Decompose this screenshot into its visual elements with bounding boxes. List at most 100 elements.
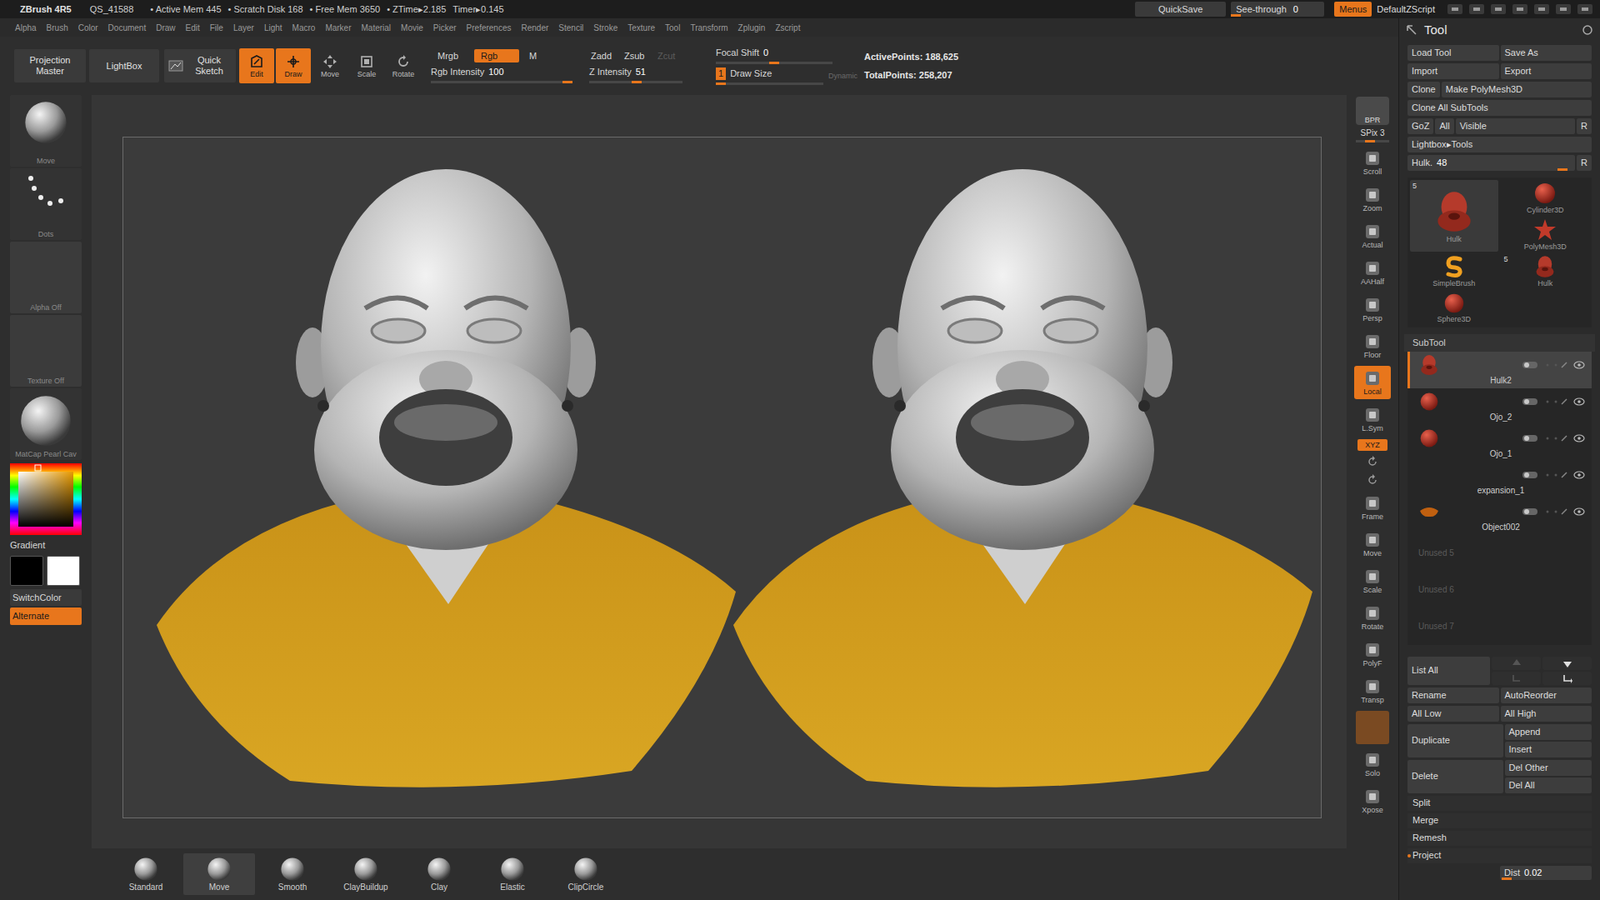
menu-item[interactable]: Tool: [660, 21, 685, 35]
color-swatch[interactable]: [10, 555, 44, 586]
slider[interactable]: Focal Shift0: [715, 46, 833, 65]
slider-track[interactable]: [1355, 140, 1390, 143]
xpose-button[interactable]: Xpose: [1354, 784, 1391, 818]
scale-mode-button[interactable]: Scale: [349, 48, 385, 84]
menu-item[interactable]: Stencil: [553, 21, 589, 35]
menu-item[interactable]: Draw: [150, 21, 180, 35]
empty-thumbnail[interactable]: Alpha Off: [10, 241, 82, 314]
brush-thumbnail[interactable]: Move: [10, 95, 82, 167]
rotate-mode-button[interactable]: Rotate: [385, 48, 421, 84]
menu-item[interactable]: Brush: [41, 21, 74, 35]
stroke-thumbnail[interactable]: Dots: [10, 168, 82, 240]
menu-item[interactable]: Light: [259, 21, 288, 35]
bpr-render-button[interactable]: BPR: [1355, 96, 1390, 125]
quicksave-button[interactable]: QuickSave: [1135, 1, 1226, 17]
tool-thumbnail[interactable]: Hulk5: [1501, 253, 1590, 289]
move-mode-button[interactable]: Move: [312, 48, 348, 84]
slider-track[interactable]: [715, 61, 833, 65]
project-section[interactable]: Project: [1407, 848, 1592, 864]
zsub-toggle[interactable]: Zsub: [622, 49, 650, 63]
slider-track[interactable]: [589, 80, 683, 84]
subtool-item[interactable]: expansion_1: [1407, 461, 1592, 499]
menu-item[interactable]: Layer: [228, 21, 260, 35]
spix-slider[interactable]: SPix 3: [1354, 128, 1391, 143]
tool-thumbnail[interactable]: Sphere3D: [1410, 290, 1499, 325]
tool-thumbnail[interactable]: SimpleBrush: [1410, 253, 1499, 289]
see-through-slider[interactable]: See-through0: [1230, 1, 1325, 17]
material-thumbnail[interactable]: MatCap Pearl Cav: [10, 388, 82, 460]
slider[interactable]: Z Intensity51: [589, 65, 683, 84]
menus-button[interactable]: Menus: [1334, 1, 1372, 17]
duplicate-button[interactable]: Duplicate: [1407, 724, 1504, 758]
quick-sketch-button[interactable]: Quick Sketch: [164, 49, 236, 83]
goz-button[interactable]: GoZ: [1407, 118, 1434, 135]
list-all-button[interactable]: List All: [1407, 656, 1490, 685]
reset-button[interactable]: R: [1576, 155, 1592, 171]
all-high-button[interactable]: All High: [1500, 705, 1593, 722]
subtool-item[interactable]: Hulk2: [1407, 351, 1592, 389]
visible-button[interactable]: Visible: [1455, 118, 1575, 135]
save-as-button[interactable]: Save As: [1500, 45, 1593, 61]
make-polymesh3d-button[interactable]: Make PolyMesh3D: [1441, 81, 1592, 98]
menu-item[interactable]: Material: [356, 21, 397, 35]
tool-slider[interactable]: Hulk.48: [1407, 155, 1575, 171]
slider-track[interactable]: [430, 80, 573, 84]
empty-thumbnail[interactable]: Texture Off: [10, 315, 82, 387]
menu-item[interactable]: Movie: [395, 21, 429, 35]
menu-item[interactable]: Color: [73, 21, 104, 35]
menu-item[interactable]: Macro: [287, 21, 321, 35]
merge-section[interactable]: Merge: [1407, 813, 1592, 829]
polyf-button[interactable]: PolyF: [1354, 637, 1391, 671]
actual-button[interactable]: Actual: [1354, 219, 1391, 253]
brush-button[interactable]: Standard: [110, 853, 182, 895]
rgb-toggle[interactable]: Rgb: [474, 49, 520, 63]
viewport-canvas[interactable]: [122, 136, 1322, 819]
brush-button[interactable]: Smooth: [256, 853, 329, 895]
delete-button[interactable]: Delete: [1407, 760, 1504, 794]
persp-button[interactable]: Persp: [1354, 292, 1391, 326]
menu-item[interactable]: Zscript: [770, 21, 805, 35]
edit-mode-button[interactable]: Edit: [239, 48, 275, 84]
l-sym-button[interactable]: L.Sym: [1354, 402, 1391, 436]
r-button[interactable]: R: [1576, 118, 1592, 135]
mrgb-toggle[interactable]: Mrgb: [430, 49, 471, 63]
rotate-button[interactable]: Rotate: [1354, 600, 1391, 635]
transp-button[interactable]: Transp: [1354, 674, 1391, 708]
subtool-title[interactable]: SubTool: [1404, 334, 1595, 352]
menu-item[interactable]: Stroke: [588, 21, 623, 35]
zoom-button[interactable]: Zoom: [1354, 182, 1391, 216]
draw-mode-button[interactable]: Draw: [275, 48, 311, 84]
autoreorder-button[interactable]: AutoReorder: [1500, 687, 1593, 704]
brush-button[interactable]: Move: [183, 853, 255, 895]
del-other-button[interactable]: Del Other: [1505, 760, 1593, 776]
menu-item[interactable]: Zplugin: [733, 21, 771, 35]
brush-button[interactable]: ClipCircle: [550, 853, 622, 895]
dynamic-toggle[interactable]: Dynamic: [828, 70, 858, 83]
menu-item[interactable]: Edit: [180, 21, 205, 35]
clone-all-subtools-button[interactable]: Clone All SubTools: [1407, 100, 1592, 116]
lightbox-button[interactable]: LightBox: [89, 49, 160, 83]
m-toggle[interactable]: M: [522, 49, 563, 63]
tool-thumbnail[interactable]: Cylinder3D: [1501, 180, 1590, 215]
import-button[interactable]: Import: [1407, 63, 1500, 80]
tool-thumbnail[interactable]: Hulk5: [1410, 180, 1499, 252]
local-button[interactable]: Local: [1354, 365, 1391, 400]
insert-button[interactable]: Insert: [1505, 741, 1593, 758]
append-button[interactable]: Append: [1505, 724, 1593, 740]
subtool-item[interactable]: Ojo_2: [1407, 388, 1592, 425]
menu-item[interactable]: Document: [103, 21, 152, 35]
menu-item[interactable]: Marker: [320, 21, 356, 35]
scale-button[interactable]: Scale: [1354, 564, 1391, 598]
clone-button[interactable]: Clone: [1407, 81, 1440, 98]
script-name[interactable]: DefaultZScript: [1376, 2, 1435, 17]
menu-item[interactable]: Render: [516, 21, 555, 35]
menu-item[interactable]: Picker: [428, 21, 462, 35]
gradient-label[interactable]: Gradient: [10, 536, 82, 555]
split-section[interactable]: Split: [1407, 795, 1592, 811]
floor-button[interactable]: Floor: [1354, 329, 1391, 363]
all-low-button[interactable]: All Low: [1407, 705, 1500, 722]
ghost-toggle[interactable]: [1355, 710, 1390, 745]
tool-thumbnail[interactable]: PolyMesh3D: [1501, 216, 1590, 252]
frame-button[interactable]: Frame: [1354, 490, 1391, 525]
del-all-button[interactable]: Del All: [1505, 777, 1593, 794]
